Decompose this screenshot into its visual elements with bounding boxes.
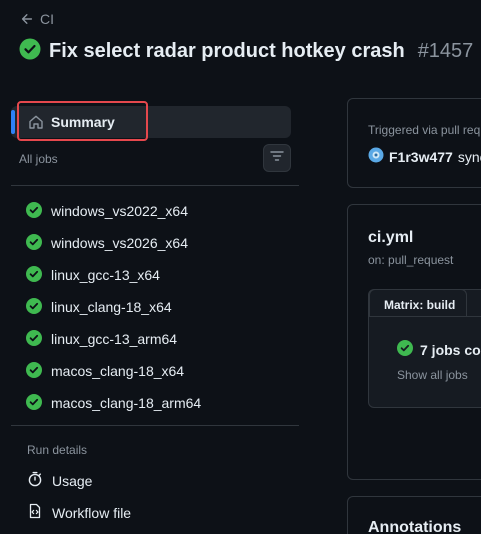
job-item-2[interactable]: linux_gcc-13_x64 bbox=[26, 264, 286, 286]
success-check-icon bbox=[26, 361, 42, 381]
trigger-action: synchronize bbox=[457, 148, 481, 165]
job-item-6[interactable]: macos_clang-18_arm64 bbox=[26, 392, 286, 414]
file-code-icon bbox=[27, 503, 43, 522]
success-check-icon bbox=[26, 265, 42, 285]
trigger-user-row: F1r3w477 synchronize bbox=[368, 147, 481, 166]
trigger-info-panel: Triggered via pull request F1r3w477 sync… bbox=[347, 98, 481, 188]
workflow-run-page: CI Fix select radar product hotkey crash… bbox=[0, 0, 481, 534]
sidebar-divider bbox=[11, 185, 299, 186]
page-title: Fix select radar product hotkey crash bbox=[49, 40, 405, 62]
show-all-jobs-link[interactable]: Show all jobs bbox=[397, 368, 468, 382]
filter-button[interactable] bbox=[263, 144, 291, 172]
page-title-row: Fix select radar product hotkey crash #1… bbox=[19, 38, 473, 65]
job-item-4[interactable]: linux_gcc-13_arm64 bbox=[26, 328, 286, 350]
sidebar-item-workflow-file[interactable]: Workflow file bbox=[27, 503, 131, 522]
highlight-annotation bbox=[17, 101, 148, 141]
matrix-label: Matrix: build bbox=[384, 298, 456, 312]
job-label: windows_vs2022_x64 bbox=[51, 203, 188, 219]
workflow-graph-panel: ci.yml on: pull_request Matrix: build 7 … bbox=[347, 204, 481, 480]
annotations-panel: Annotations bbox=[347, 496, 481, 534]
stopwatch-icon bbox=[27, 471, 43, 490]
success-check-icon bbox=[26, 233, 42, 253]
breadcrumb[interactable]: CI bbox=[20, 11, 54, 27]
jobs-completed-row: 7 jobs completed bbox=[397, 340, 481, 359]
sidebar-item-usage[interactable]: Usage bbox=[27, 471, 92, 490]
sidebar-divider bbox=[11, 425, 299, 426]
avatar[interactable] bbox=[368, 147, 384, 166]
filter-icon bbox=[270, 149, 284, 167]
job-label: macos_clang-18_x64 bbox=[51, 363, 185, 379]
job-label: windows_vs2026_x64 bbox=[51, 235, 188, 251]
job-item-1[interactable]: windows_vs2026_x64 bbox=[26, 232, 286, 254]
success-check-icon bbox=[397, 340, 413, 359]
success-check-icon bbox=[19, 38, 41, 65]
success-check-icon bbox=[26, 201, 42, 221]
success-check-icon bbox=[26, 297, 42, 317]
job-label: linux_gcc-13_x64 bbox=[51, 267, 160, 283]
usage-label: Usage bbox=[52, 472, 93, 489]
breadcrumb-workflow-link[interactable]: CI bbox=[40, 11, 54, 27]
active-indicator bbox=[11, 110, 15, 134]
jobs-completed-text: 7 jobs completed bbox=[420, 341, 481, 358]
success-check-icon bbox=[26, 329, 42, 349]
success-check-icon bbox=[26, 393, 42, 413]
annotations-heading: Annotations bbox=[368, 519, 462, 534]
all-jobs-heading: All jobs bbox=[19, 152, 58, 166]
job-item-5[interactable]: macos_clang-18_x64 bbox=[26, 360, 286, 382]
matrix-divider bbox=[369, 316, 481, 317]
job-item-3[interactable]: linux_clang-18_x64 bbox=[26, 296, 286, 318]
run-details-heading: Run details bbox=[27, 443, 88, 457]
trigger-username[interactable]: F1r3w477 bbox=[389, 149, 453, 165]
run-number: #1457 bbox=[417, 40, 474, 62]
job-label: linux_gcc-13_arm64 bbox=[51, 331, 178, 347]
arrow-left-icon bbox=[20, 12, 34, 26]
trigger-text: Triggered via pull request bbox=[368, 123, 481, 137]
job-item-0[interactable]: windows_vs2022_x64 bbox=[26, 200, 286, 222]
job-label: macos_clang-18_arm64 bbox=[51, 395, 202, 411]
workflow-file-label: Workflow file bbox=[52, 504, 132, 521]
workflow-name: ci.yml bbox=[368, 229, 414, 246]
workflow-trigger-event: on: pull_request bbox=[368, 253, 454, 267]
matrix-job-group[interactable]: Matrix: build 7 jobs completed Show all … bbox=[368, 289, 481, 408]
job-label: linux_clang-18_x64 bbox=[51, 299, 172, 315]
